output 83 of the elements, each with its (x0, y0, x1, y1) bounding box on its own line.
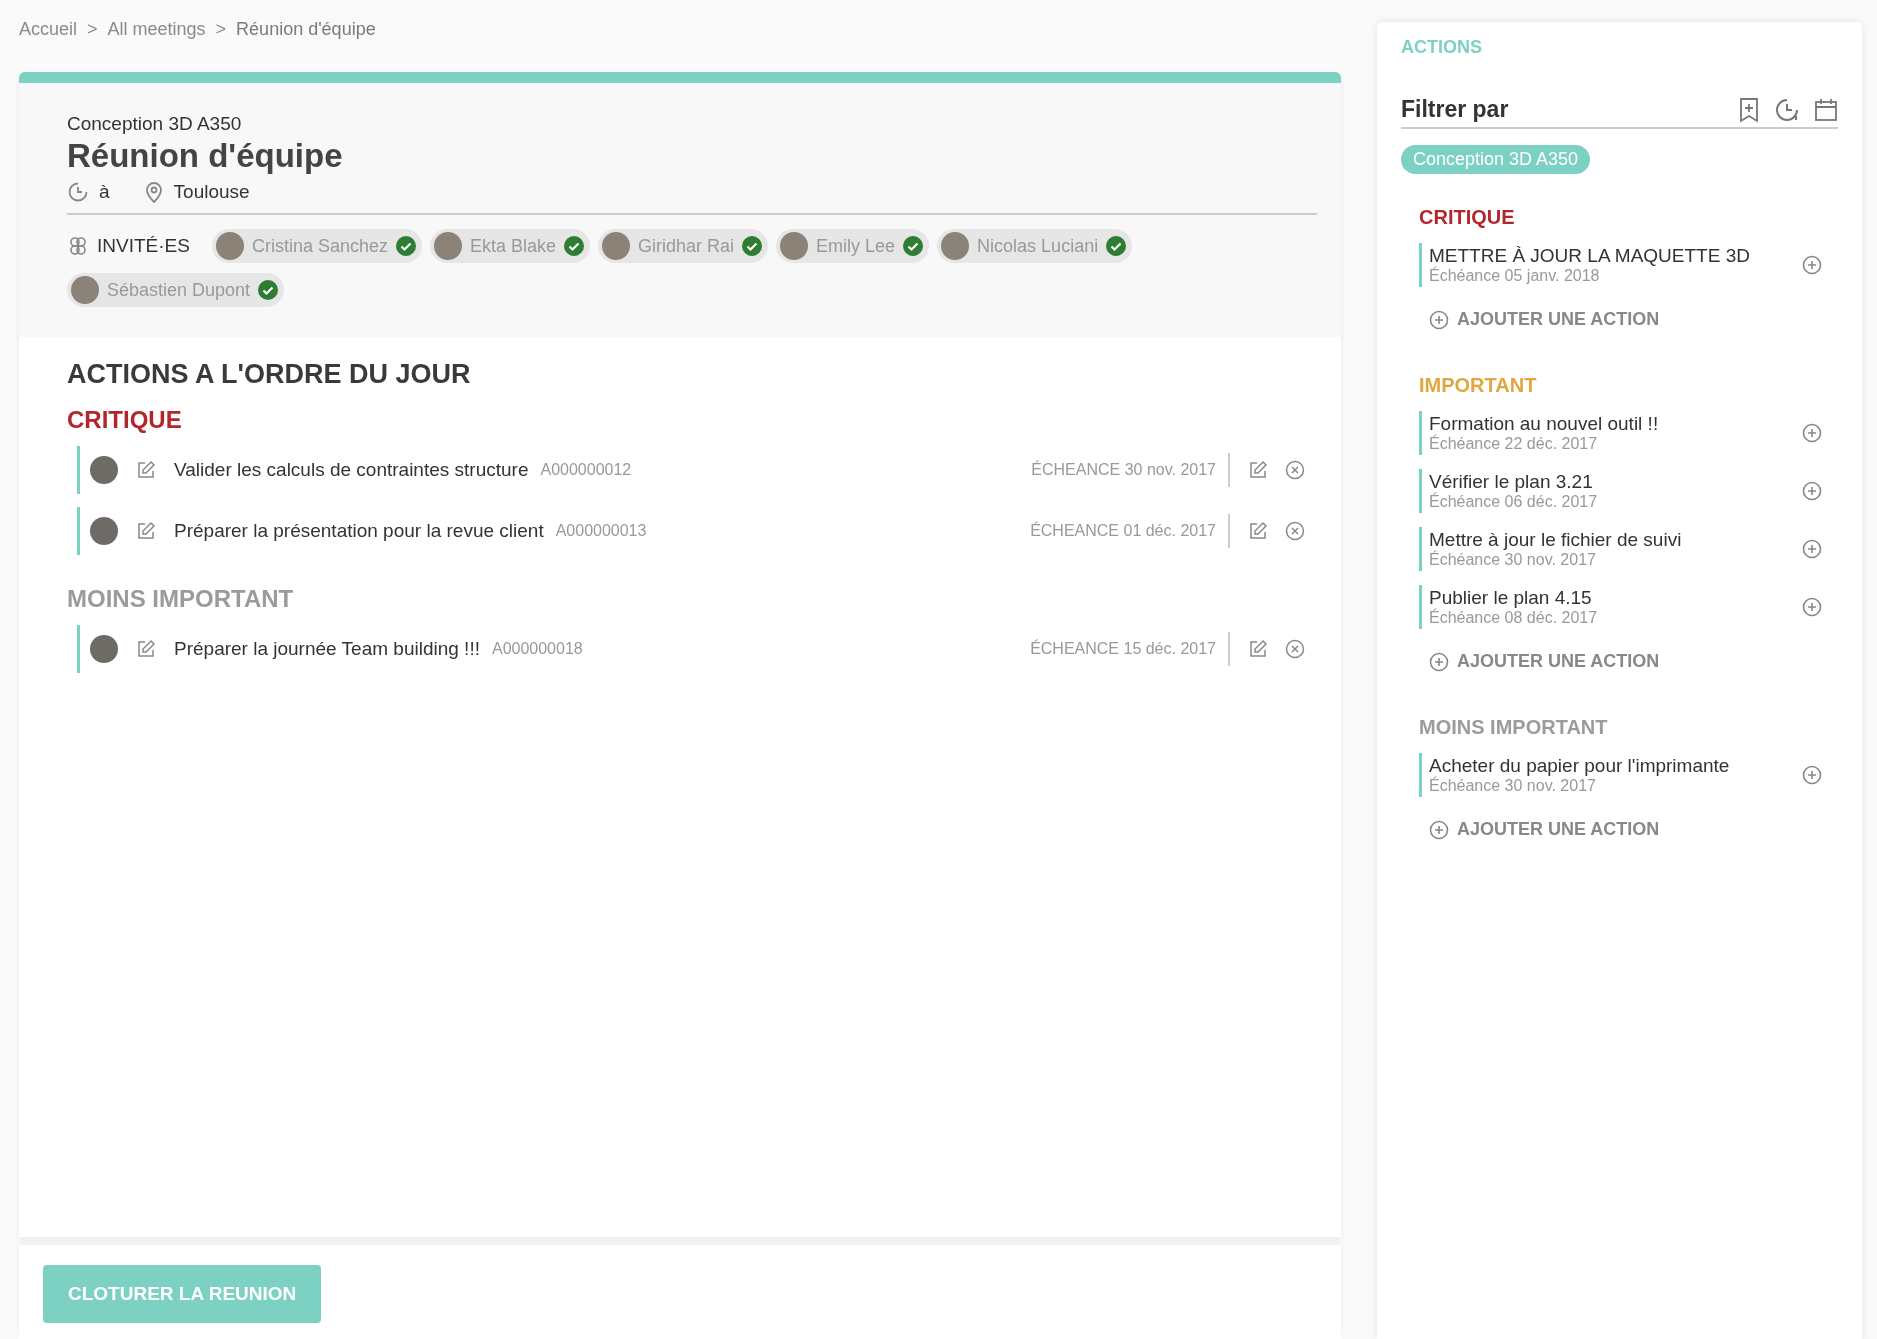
add-action-button[interactable]: AJOUTER UNE ACTION (1429, 819, 1660, 840)
action-reference: A000000013 (555, 522, 648, 540)
add-icon[interactable] (1802, 423, 1822, 443)
close-icon[interactable] (1285, 521, 1305, 541)
action-title: METTRE À JOUR LA MAQUETTE 3D (1429, 245, 1751, 266)
add-icon[interactable] (1802, 539, 1822, 559)
action-due-date: Échéance 08 déc. 2017 (1429, 609, 1599, 627)
action-title: Mettre à jour le fichier de suivi (1429, 529, 1683, 550)
panel-title: ACTIONS (1401, 37, 1483, 58)
location-pin-icon (143, 181, 164, 203)
calendar-icon[interactable] (1814, 97, 1838, 122)
invitee-chip[interactable]: Giridhar Rai (598, 229, 769, 263)
action-due-date: ÉCHEANCE 30 nov. 2017 (1031, 453, 1230, 487)
edit-icon[interactable] (1248, 460, 1268, 480)
add-icon[interactable] (1802, 481, 1822, 501)
avatar-icon (434, 232, 462, 260)
filter-tag[interactable]: Conception 3D A350 (1401, 145, 1591, 174)
action-title: Valider les calculs de contraintes structure (174, 459, 529, 481)
avatar-icon (71, 276, 99, 304)
breadcrumb-link[interactable]: Accueil (19, 19, 78, 40)
close-meeting-button[interactable]: CLOTURER LA REUNION (43, 1265, 322, 1323)
action-due-date: Échéance 30 nov. 2017 (1429, 551, 1597, 569)
action-title: Formation au nouvel outil !! (1429, 413, 1660, 434)
close-icon[interactable] (1285, 460, 1305, 480)
avatar-icon (215, 232, 244, 260)
breadcrumb-link[interactable]: Réunion d'équipe (236, 19, 376, 40)
add-icon (1429, 651, 1449, 672)
invitee-chip[interactable]: Sébastien Dupont (67, 273, 285, 307)
action-title: Acheter du papier pour l'imprimante (1429, 755, 1731, 776)
action-due-date: Échéance 05 janv. 2018 (1429, 267, 1601, 285)
clock-icon (67, 181, 89, 203)
action-due-date: ÉCHEANCE 15 déc. 2017 (1030, 632, 1230, 666)
edit-icon[interactable] (1248, 521, 1268, 541)
clock-icon[interactable] (1774, 96, 1800, 123)
invitee-chip[interactable]: Emily Lee (776, 229, 930, 263)
avatar-icon (941, 232, 970, 260)
add-action-button[interactable]: AJOUTER UNE ACTION (1429, 309, 1660, 330)
action-due-date: Échéance 06 déc. 2017 (1429, 493, 1599, 511)
edit-icon[interactable] (136, 460, 156, 480)
avatar-icon (90, 456, 118, 484)
agenda-title: ACTIONS A L'ORDRE DU JOUR (67, 359, 472, 390)
priority-heading: CRITIQUE (1419, 206, 1516, 229)
meeting-time: à (99, 181, 110, 203)
add-icon (1429, 309, 1449, 330)
action-reference: A000000012 (540, 461, 633, 479)
action-title: Vérifier le plan 3.21 (1429, 471, 1594, 492)
edit-icon[interactable] (136, 521, 156, 541)
edit-icon[interactable] (136, 639, 156, 659)
priority-heading: IMPORTANT (1419, 374, 1538, 397)
meeting-location: Toulouse (173, 181, 250, 203)
action-due-date: ÉCHEANCE 01 déc. 2017 (1030, 514, 1230, 548)
people-icon (67, 236, 89, 256)
add-icon[interactable] (1802, 255, 1822, 275)
action-title: Préparer la journée Team building !!! (174, 638, 480, 660)
action-title: Publier le plan 4.15 (1429, 587, 1593, 608)
priority-heading: MOINS IMPORTANT (1419, 716, 1609, 739)
action-due-date: Échéance 22 déc. 2017 (1429, 435, 1599, 453)
add-icon (1429, 819, 1449, 840)
add-icon[interactable] (1802, 597, 1822, 617)
breadcrumb-link[interactable]: All meetings (107, 19, 206, 40)
priority-heading: CRITIQUE (67, 406, 183, 434)
priority-heading: MOINS IMPORTANT (67, 585, 295, 613)
action-reference: A000000018 (491, 640, 584, 658)
meeting-title: Réunion d'équipe (67, 137, 344, 175)
close-icon[interactable] (1285, 639, 1305, 659)
filter-label: Filtrer par (1401, 96, 1510, 123)
bookmark-add-icon[interactable] (1738, 96, 1760, 123)
avatar-icon (780, 232, 809, 260)
add-icon[interactable] (1802, 765, 1822, 785)
invitee-chip[interactable]: Ekta Blake (430, 229, 591, 263)
invitee-chip[interactable]: Cristina Sanchez (211, 229, 422, 263)
invitee-chip[interactable]: Nicolas Luciani (937, 229, 1133, 263)
avatar-icon (602, 232, 631, 260)
avatar-icon (90, 517, 118, 545)
invitees-label: INVITÉ·ES (97, 235, 190, 257)
action-title: Préparer la présentation pour la revue client (174, 520, 544, 542)
add-action-button[interactable]: AJOUTER UNE ACTION (1429, 651, 1660, 672)
avatar-icon (90, 635, 118, 663)
breadcrumb-separator: > (87, 19, 98, 40)
project-name: Conception 3D A350 (67, 113, 243, 135)
edit-icon[interactable] (1248, 639, 1268, 659)
action-due-date: Échéance 30 nov. 2017 (1429, 777, 1597, 795)
breadcrumb-separator: > (215, 19, 227, 40)
